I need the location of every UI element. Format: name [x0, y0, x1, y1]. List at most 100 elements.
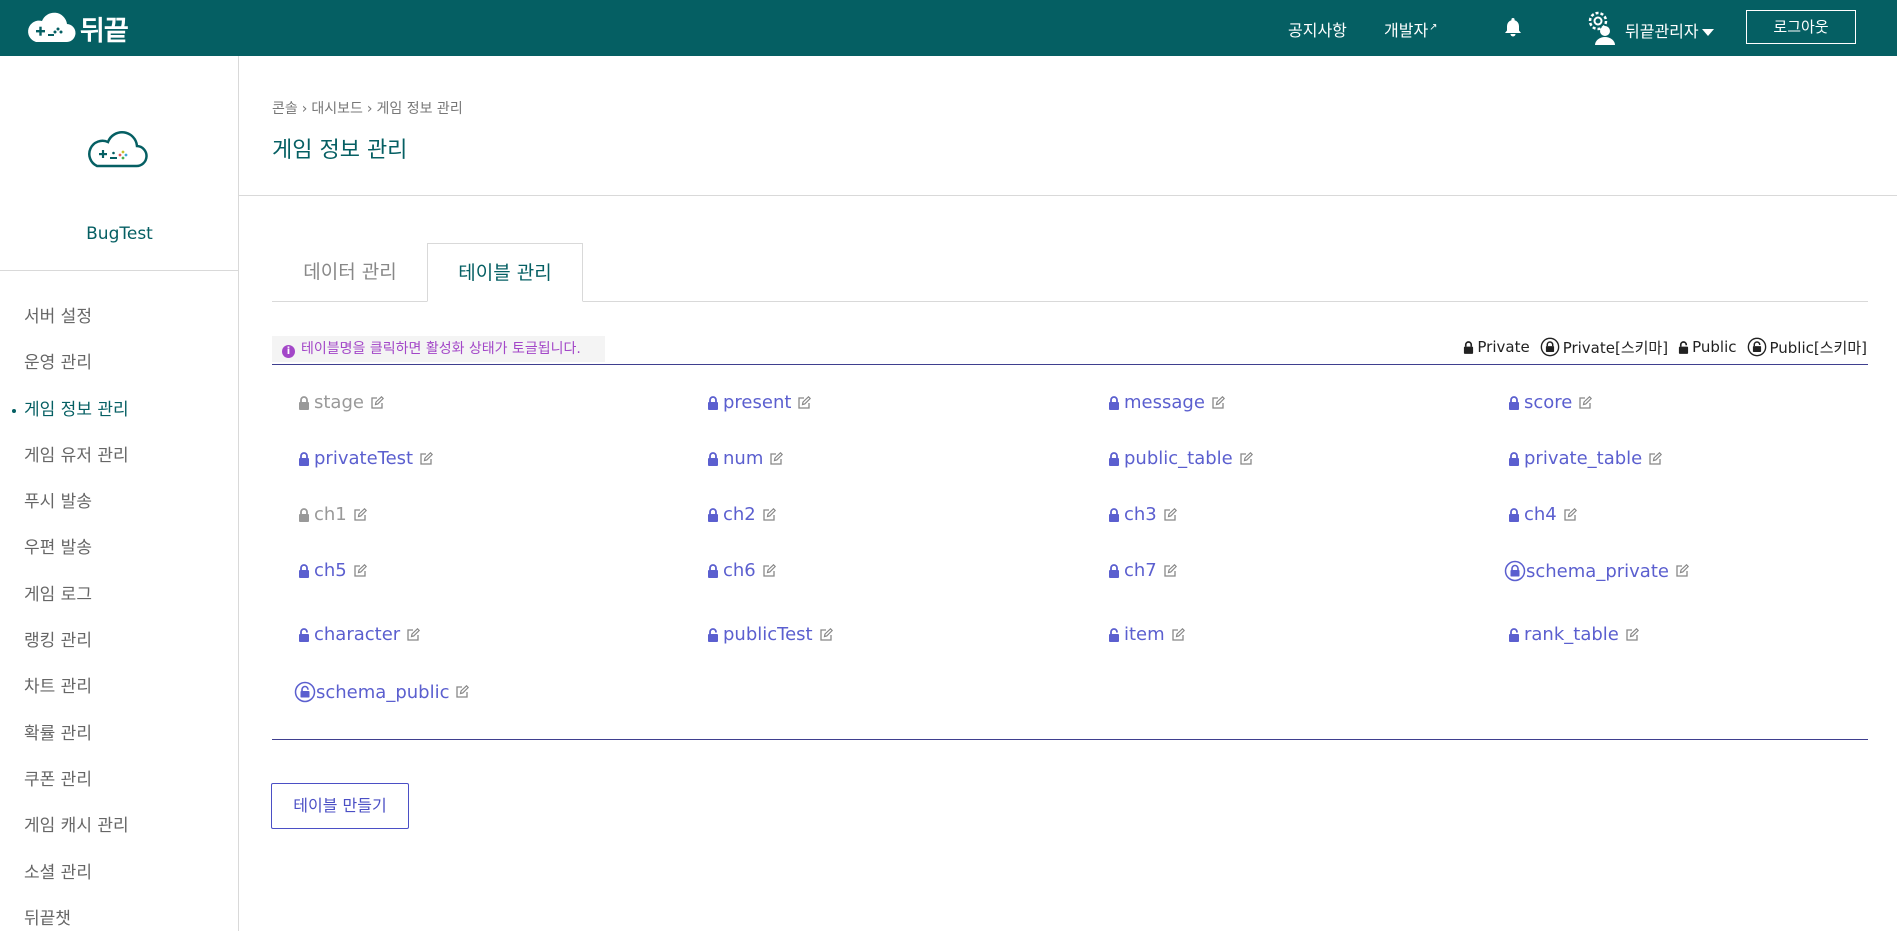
table-item[interactable]: score [1508, 392, 1593, 413]
edit-icon[interactable] [1211, 395, 1225, 410]
edit-icon[interactable] [797, 395, 812, 410]
lock-icon [299, 451, 309, 466]
table-item[interactable]: public_table [1108, 448, 1253, 469]
unlock-icon [299, 627, 309, 642]
edit-icon[interactable] [1578, 395, 1593, 410]
edit-icon[interactable] [762, 507, 776, 522]
table-item[interactable]: character [298, 624, 421, 645]
edit-icon[interactable] [1675, 564, 1689, 578]
sidebar-item[interactable]: 쿠폰 관리 [0, 757, 239, 803]
table-item[interactable]: present [707, 392, 812, 413]
edit-icon[interactable] [406, 627, 421, 642]
edit-icon[interactable] [1648, 451, 1663, 466]
lock-icon [1509, 395, 1519, 410]
edit-icon[interactable] [370, 395, 384, 410]
breadcrumb-dashboard[interactable]: 대시보드 [311, 101, 363, 117]
lock-icon [299, 563, 309, 578]
table-item[interactable]: ch3 [1108, 504, 1177, 525]
table-name[interactable]: rank_table [1524, 624, 1619, 645]
table-name[interactable]: ch5 [314, 560, 347, 581]
edit-icon[interactable] [1625, 627, 1639, 642]
lock-icon [1109, 507, 1119, 522]
table-name[interactable]: message [1124, 392, 1205, 413]
logout-button[interactable]: 로그아웃 [1746, 10, 1856, 44]
table-name[interactable]: ch7 [1124, 560, 1157, 581]
table-name[interactable]: privateTest [314, 448, 413, 469]
table-item[interactable]: rank_table [1508, 624, 1639, 645]
edit-icon[interactable] [1563, 507, 1577, 522]
table-item[interactable]: schema_public [294, 681, 470, 703]
table-name[interactable]: ch2 [723, 504, 756, 525]
edit-icon[interactable] [762, 563, 776, 578]
edit-icon[interactable] [1239, 451, 1253, 466]
table-name[interactable]: public_table [1124, 448, 1233, 469]
table-name[interactable]: item [1124, 624, 1165, 645]
sidebar-item[interactable]: 푸시 발송 [0, 479, 239, 525]
table-item[interactable]: ch7 [1108, 560, 1177, 581]
admin-avatar-icon[interactable] [1586, 11, 1616, 45]
table-item[interactable]: ch2 [707, 504, 776, 525]
sidebar-item[interactable]: 우편 발송 [0, 525, 239, 571]
lock-icon [1509, 507, 1519, 522]
table-name[interactable]: character [314, 624, 400, 645]
sidebar-item[interactable]: 게임 정보 관리 [0, 387, 239, 433]
sidebar-item[interactable]: 운영 관리 [0, 340, 239, 386]
table-name[interactable]: ch4 [1524, 504, 1557, 525]
edit-icon[interactable] [1171, 627, 1185, 642]
table-item[interactable]: private_table [1508, 448, 1663, 469]
brand-logo[interactable]: 뒤끝 [24, 8, 129, 48]
table-name[interactable]: schema_private [1526, 561, 1669, 582]
edit-icon[interactable] [353, 507, 367, 522]
edit-icon[interactable] [1163, 563, 1177, 578]
sidebar-item[interactable]: 게임 유저 관리 [0, 433, 239, 479]
tab-table-management[interactable]: 테이블 관리 [427, 243, 583, 302]
legend-private-label: Private [1477, 338, 1530, 356]
table-item[interactable]: ch1 [298, 504, 367, 525]
sidebar-item[interactable]: 차트 관리 [0, 664, 239, 710]
edit-icon[interactable] [819, 627, 833, 642]
admin-menu-toggle[interactable]: 뒤끝관리자 [1625, 18, 1714, 42]
table-name[interactable]: ch1 [314, 504, 347, 525]
table-item[interactable]: stage [298, 392, 384, 413]
table-name[interactable]: ch6 [723, 560, 756, 581]
table-item[interactable]: schema_private [1504, 560, 1689, 582]
sidebar-item[interactable]: 뒤끝챗 [0, 896, 239, 931]
edit-icon[interactable] [455, 685, 470, 699]
table-name[interactable]: stage [314, 392, 364, 413]
table-item[interactable]: num [707, 448, 784, 469]
sidebar-item[interactable]: 게임 로그 [0, 572, 239, 618]
table-name[interactable]: publicTest [723, 624, 813, 645]
edit-icon[interactable] [1163, 507, 1177, 522]
tab-data-management[interactable]: 데이터 관리 [272, 243, 428, 302]
table-name[interactable]: score [1524, 392, 1572, 413]
table-item[interactable]: privateTest [298, 448, 434, 469]
table-item[interactable]: publicTest [707, 624, 833, 645]
legend-private: Private [1463, 338, 1530, 356]
table-item[interactable]: ch4 [1508, 504, 1577, 525]
sidebar-item[interactable]: 게임 캐시 관리 [0, 803, 239, 849]
breadcrumb-console[interactable]: 콘솔 [272, 101, 298, 117]
table-item[interactable]: message [1108, 392, 1225, 413]
table-name[interactable]: present [723, 392, 791, 413]
edit-icon[interactable] [353, 563, 367, 578]
edit-icon[interactable] [419, 451, 434, 466]
bell-icon[interactable] [1503, 16, 1523, 38]
table-name[interactable]: num [723, 448, 763, 469]
sidebar-item[interactable]: 서버 설정 [0, 294, 239, 340]
table-item[interactable]: ch6 [707, 560, 776, 581]
developer-link[interactable]: 개발자↗ [1384, 17, 1438, 41]
table-name[interactable]: schema_public [316, 682, 449, 703]
lock-icon [299, 395, 309, 410]
table-name[interactable]: ch3 [1124, 504, 1157, 525]
edit-icon[interactable] [769, 451, 784, 466]
table-item[interactable]: item [1108, 624, 1185, 645]
brand-name: 뒤끝 [80, 15, 129, 47]
sidebar-item[interactable]: 랭킹 관리 [0, 618, 239, 664]
sidebar-item[interactable]: 확률 관리 [0, 711, 239, 757]
table-name[interactable]: private_table [1524, 448, 1642, 469]
notice-link[interactable]: 공지사항 [1288, 17, 1347, 41]
table-item[interactable]: ch5 [298, 560, 367, 581]
create-table-button[interactable]: 테이블 만들기 [271, 783, 409, 829]
lock-icon [1464, 340, 1474, 354]
sidebar-item[interactable]: 소셜 관리 [0, 850, 239, 896]
